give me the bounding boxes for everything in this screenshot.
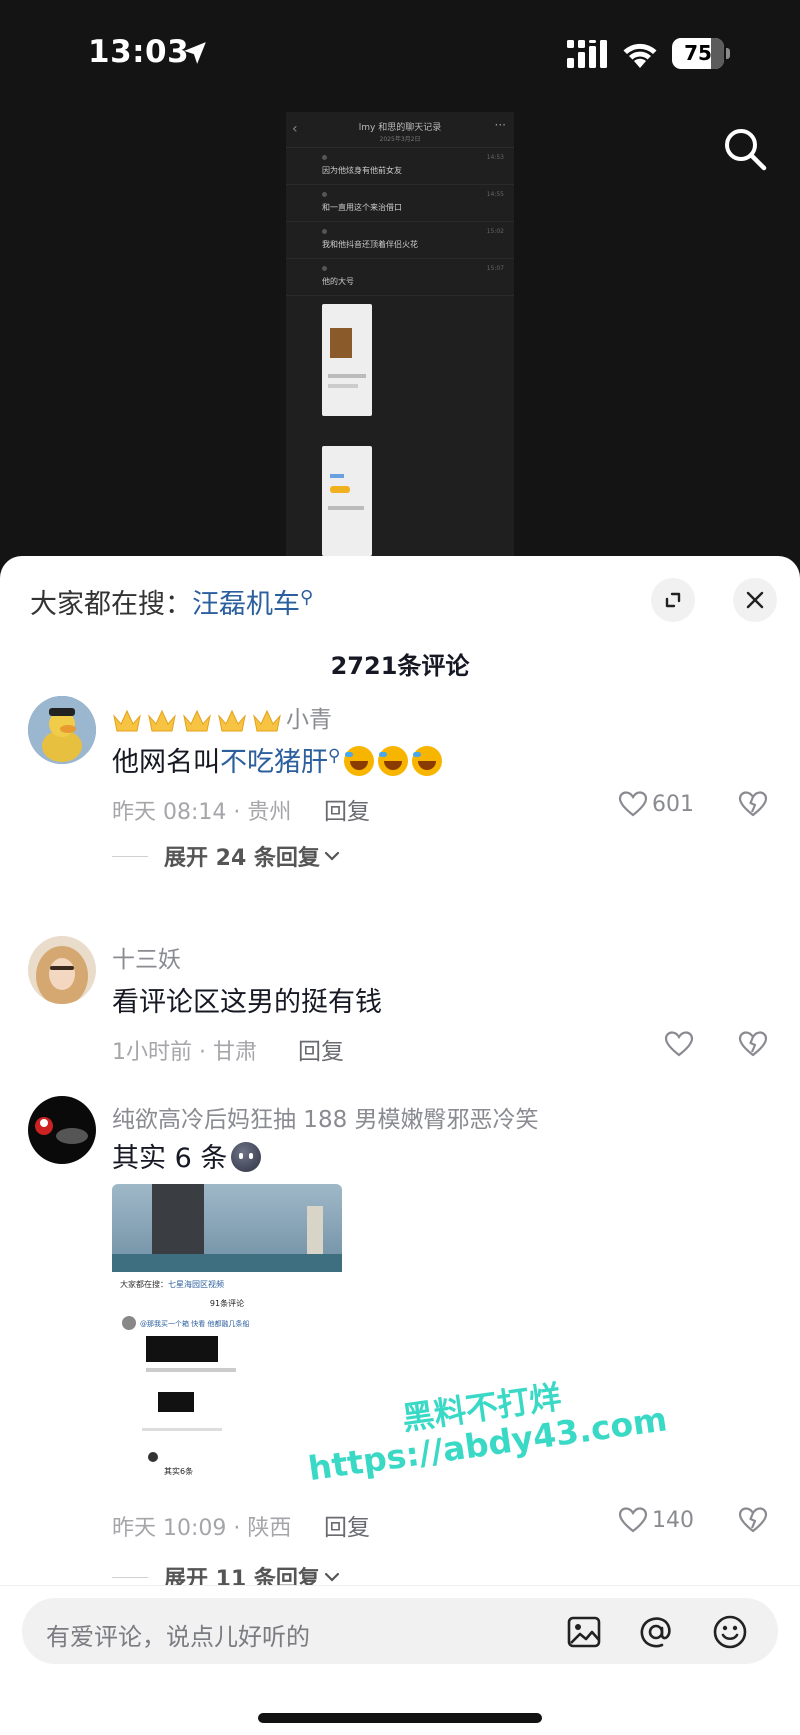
search-small-icon: ⚲ [300, 587, 314, 608]
heart-icon [664, 1031, 694, 1057]
broken-heart-icon[interactable] [738, 1030, 768, 1058]
comment-input-placeholder: 有爱评论，说点儿好听的 [46, 1623, 310, 1651]
close-icon [746, 591, 764, 609]
like-button[interactable]: 601 [618, 790, 694, 818]
like-count: 140 [652, 1507, 694, 1533]
reply-button[interactable]: 回复 [324, 792, 370, 826]
heart-icon [618, 791, 648, 817]
comment-text: 他网名叫不吃猪肝⚲ [112, 740, 443, 779]
at-icon[interactable] [638, 1614, 674, 1650]
crown-icon [113, 709, 141, 731]
like-button[interactable]: 140 [618, 1506, 694, 1534]
avatar[interactable] [28, 1096, 96, 1164]
comment-item: 小青 他网名叫不吃猪肝⚲ 昨天 08:14 · 贵州 回复 601 展开 24 … [0, 696, 800, 896]
laugh-cry-emoji-icon [378, 746, 409, 776]
reply-button[interactable]: 回复 [298, 1032, 344, 1066]
search-small-icon: ⚲ [328, 746, 341, 766]
username[interactable]: 十三妖 [112, 940, 181, 974]
broken-heart-icon[interactable] [738, 1506, 768, 1534]
panel-header: 大家都在搜：汪磊机车⚲ 2721条评论 [0, 556, 800, 686]
more-icon: ··· [494, 118, 506, 132]
avatar[interactable] [28, 936, 96, 1004]
crown-icon [253, 709, 281, 731]
comment-input[interactable]: 有爱评论，说点儿好听的 [22, 1598, 778, 1664]
comment-count: 2721条评论 [330, 652, 470, 680]
chat-message: 我和他抖音还顶着伴侣火花 15:02 [286, 222, 514, 259]
chat-message: 他的大号 15:07 [286, 259, 514, 296]
chevron-down-icon [324, 1572, 340, 1582]
comment-keyword-link[interactable]: 不吃猪肝 [220, 747, 328, 778]
comment-item: 十三妖 看评论区这男的挺有钱 1小时前 · 甘肃 回复 [0, 936, 800, 1076]
chat-image [322, 446, 372, 556]
crown-icon [148, 709, 176, 731]
laugh-cry-emoji-icon [344, 746, 375, 776]
chevron-down-icon [324, 851, 340, 861]
expand-replies-button[interactable]: 展开 24 条回复 [112, 840, 340, 872]
crown-badges [112, 708, 282, 734]
close-button[interactable] [733, 578, 777, 622]
broken-heart-icon[interactable] [738, 790, 768, 818]
heart-icon [618, 1507, 648, 1533]
crown-icon [183, 709, 211, 731]
username[interactable]: 纯欲高冷后妈狂抽 188 男模嫩臀邪恶冷笑 [112, 1100, 539, 1134]
like-button[interactable] [664, 1030, 698, 1058]
avatar[interactable] [28, 696, 96, 764]
comment-input-bar: 有爱评论，说点儿好听的 [0, 1585, 800, 1735]
comment-user[interactable]: 小青 [112, 700, 332, 734]
image-icon[interactable] [566, 1614, 602, 1650]
video-screenshot: ‹ lmy 和思的聊天记录 2025年3月2日 ··· 因为他炫身有他前女友 14… [286, 112, 514, 560]
emoji-icon[interactable] [712, 1614, 748, 1650]
chat-title: lmy 和思的聊天记录 [358, 123, 442, 133]
home-indicator [258, 1713, 542, 1723]
search-icon[interactable] [722, 126, 768, 172]
expand-button[interactable] [651, 578, 695, 622]
chat-message: 和一直用这个来治借口 14:55 [286, 185, 514, 222]
hot-search-keyword[interactable]: 汪磊机车 [192, 589, 300, 620]
chat-date: 2025年3月2日 [379, 136, 421, 143]
chat-image [322, 304, 372, 416]
comment-meta: 昨天 08:14 · 贵州 [112, 800, 292, 825]
username[interactable]: 小青 [286, 707, 332, 733]
comment-text: 其实 6 条 [112, 1136, 262, 1175]
laugh-cry-emoji-icon [412, 746, 443, 776]
comment-text: 看评论区这男的挺有钱 [112, 987, 382, 1018]
comment-meta: 1小时前 · 甘肃 [112, 1040, 257, 1065]
reply-button[interactable]: 回复 [324, 1508, 370, 1542]
hot-search-hint[interactable]: 大家都在搜：汪磊机车⚲ [30, 582, 313, 621]
like-count: 601 [652, 791, 694, 817]
expand-icon [665, 592, 681, 608]
video-area[interactable]: ‹ lmy 和思的聊天记录 2025年3月2日 ··· 因为他炫身有他前女友 14… [0, 0, 800, 560]
hot-search-prefix: 大家都在搜： [30, 589, 192, 620]
comment-meta: 昨天 10:09 · 陕西 [112, 1516, 292, 1541]
chat-message: 因为他炫身有他前女友 14:53 [286, 148, 514, 185]
blob-emoji-icon [231, 1142, 262, 1172]
comments-panel: 大家都在搜：汪磊机车⚲ 2721条评论 小青 他网名叫不吃猪肝⚲ 昨天 08:1… [0, 556, 800, 1735]
crown-icon [218, 709, 246, 731]
